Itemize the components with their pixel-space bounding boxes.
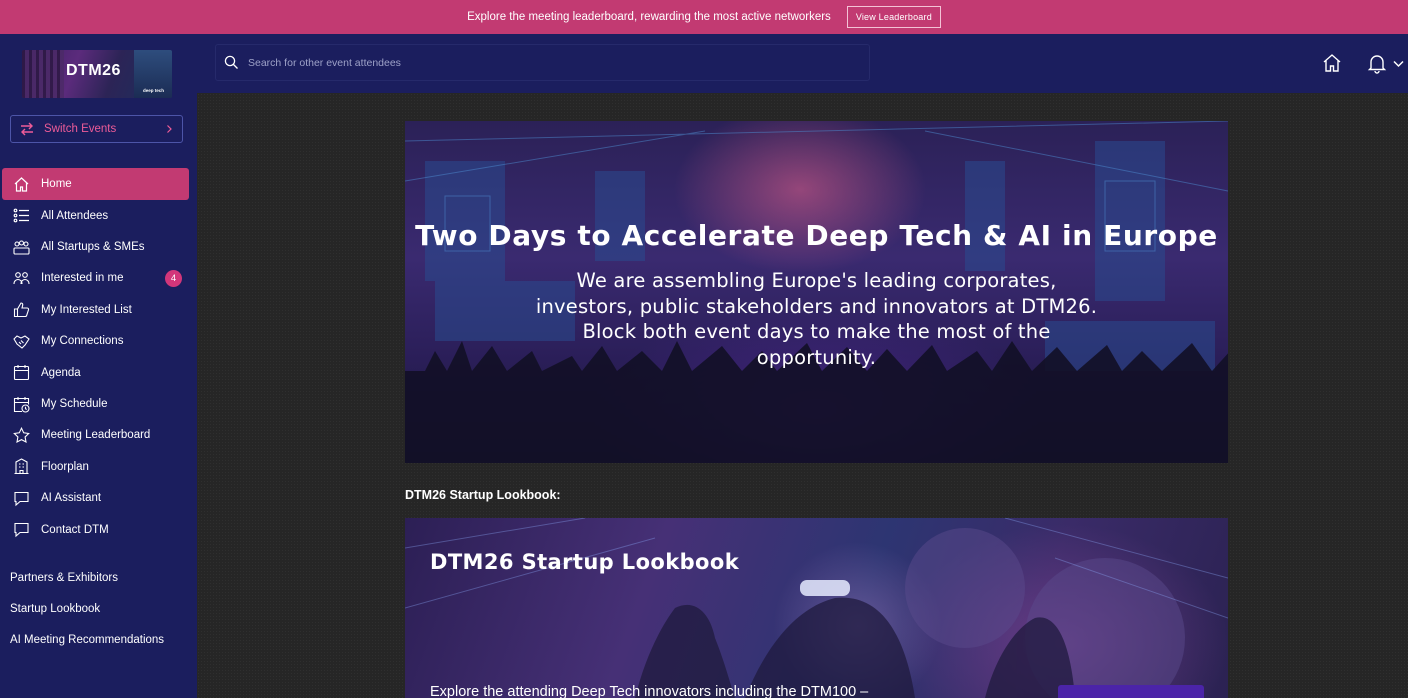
sidebar-item-my-schedule[interactable]: My Schedule: [2, 388, 189, 419]
switch-events-button[interactable]: Switch Events: [10, 115, 183, 143]
switch-events-label: Switch Events: [44, 123, 117, 135]
top-header: [197, 34, 1408, 93]
thumbs-up-icon: [13, 301, 30, 318]
sidebar-item-label: Interested in me: [41, 272, 124, 285]
sidebar-item-label: All Startups & SMEs: [41, 241, 145, 254]
count-badge: 4: [165, 269, 182, 287]
hero-title: Two Days to Accelerate Deep Tech & AI in…: [415, 219, 1218, 252]
logo-text: DTM26: [66, 62, 121, 79]
calendar-icon: [13, 364, 30, 381]
link-startup-lookbook[interactable]: Startup Lookbook: [10, 593, 164, 624]
sidebar-item-label: Home: [41, 178, 72, 190]
sidebar-item-floorplan[interactable]: Floorplan: [2, 451, 189, 482]
switch-arrows-icon: [21, 122, 33, 136]
sidebar-item-all-attendees[interactable]: All Attendees: [2, 200, 189, 231]
sidebar-item-label: Contact DTM: [41, 523, 109, 536]
view-leaderboard-button[interactable]: View Leaderboard: [846, 6, 941, 28]
star-icon: [13, 426, 30, 444]
sidebar-item-agenda[interactable]: Agenda: [2, 357, 189, 388]
sidebar: DTM26 deep tech Switch Events Home All A…: [0, 34, 197, 698]
lookbook-card-text: Explore the attending Deep Tech innovato…: [430, 684, 869, 698]
lookbook-illustration: [405, 518, 1228, 698]
event-logo[interactable]: DTM26 deep tech: [22, 50, 172, 98]
sidebar-item-label: Agenda: [41, 366, 81, 379]
sidebar-item-label: My Connections: [41, 335, 124, 348]
main-content: Two Days to Accelerate Deep Tech & AI in…: [197, 93, 1408, 698]
sidebar-item-label: All Attendees: [41, 209, 109, 222]
chevron-down-icon[interactable]: [1392, 57, 1405, 70]
sidebar-item-label: My Schedule: [41, 398, 108, 411]
chat-icon: [13, 490, 30, 507]
sidebar-item-my-connections[interactable]: My Connections: [2, 326, 189, 357]
hero-banner: Two Days to Accelerate Deep Tech & AI in…: [405, 121, 1228, 463]
hero-subtitle: We are assembling Europe's leading corpo…: [535, 269, 1098, 369]
chat-icon: [13, 521, 30, 538]
link-ai-meeting-recommendations[interactable]: AI Meeting Recommendations: [10, 625, 164, 656]
chevron-right-icon: [167, 125, 172, 133]
sidebar-item-label: Floorplan: [41, 460, 89, 473]
group-icon: [13, 239, 30, 256]
lookbook-card[interactable]: DTM26 Startup Lookbook Explore the atten…: [405, 518, 1228, 698]
building-icon: [13, 458, 30, 475]
sidebar-item-interested-in-me[interactable]: Interested in me 4: [2, 263, 189, 294]
logo-mini-text: deep tech: [142, 88, 164, 93]
lookbook-card-title: DTM26 Startup Lookbook: [430, 550, 740, 574]
handshake-icon: [13, 333, 30, 350]
list-icon: [13, 207, 30, 224]
lookbook-section-label: DTM26 Startup Lookbook:: [405, 488, 561, 502]
sidebar-item-meeting-leaderboard[interactable]: Meeting Leaderboard: [2, 420, 189, 451]
sidebar-item-my-interested-list[interactable]: My Interested List: [2, 294, 189, 325]
announcement-banner: Explore the meeting leaderboard, rewardi…: [0, 0, 1408, 34]
people-icon: [13, 270, 30, 287]
search-icon: [224, 55, 238, 69]
sidebar-item-label: AI Assistant: [41, 492, 102, 505]
calendar-clock-icon: [13, 396, 30, 413]
sidebar-item-label: My Interested List: [41, 303, 132, 316]
sidebar-item-home[interactable]: Home: [2, 168, 189, 200]
sidebar-item-all-startups[interactable]: All Startups & SMEs: [2, 231, 189, 262]
bell-icon[interactable]: [1366, 52, 1388, 74]
search-bar[interactable]: [215, 44, 870, 81]
search-input[interactable]: [248, 56, 808, 69]
sidebar-item-ai-assistant[interactable]: AI Assistant: [2, 483, 189, 514]
sidebar-item-contact-dtm[interactable]: Contact DTM: [2, 514, 189, 545]
sidebar-item-label: Meeting Leaderboard: [41, 429, 151, 442]
sidebar-nav: Home All Attendees All Startups & SMEs I…: [2, 168, 189, 545]
link-partners-exhibitors[interactable]: Partners & Exhibitors: [10, 562, 164, 593]
lookbook-card-button[interactable]: [1058, 685, 1204, 698]
home-icon[interactable]: [1321, 52, 1343, 74]
sidebar-links: Partners & Exhibitors Startup Lookbook A…: [10, 562, 164, 656]
banner-text: Explore the meeting leaderboard, rewardi…: [467, 11, 831, 23]
home-icon: [13, 176, 30, 193]
